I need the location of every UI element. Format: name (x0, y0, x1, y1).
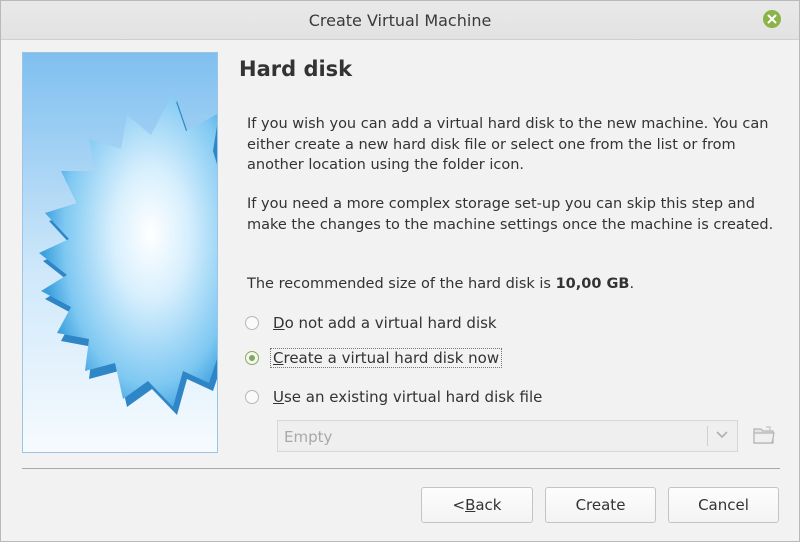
window-title: Create Virtual Machine (308, 11, 492, 30)
mnemonic-b: B (465, 496, 476, 514)
option-create-disk-label: Create a virtual hard disk now (270, 348, 503, 368)
page-title: Hard disk (239, 57, 353, 81)
option-existing-disk-label: Use an existing virtual hard disk file (273, 388, 542, 406)
radio-create-disk[interactable] (245, 351, 259, 365)
button-divider (22, 468, 780, 469)
intro-paragraph: If you wish you can add a virtual hard d… (247, 116, 769, 173)
back-button-text: ack (475, 496, 502, 514)
existing-disk-select[interactable]: Empty (277, 420, 738, 452)
option-no-disk[interactable]: Do not add a virtual hard disk (245, 311, 497, 335)
recommended-size-prefix: The recommended size of the hard disk is (247, 276, 556, 292)
recommended-size-value: 10,00 GB (555, 276, 630, 292)
option-no-disk-label: Do not add a virtual hard disk (273, 314, 497, 332)
select-separator (707, 426, 708, 446)
existing-disk-select-value: Empty (284, 428, 333, 446)
hard-disk-illustration (23, 53, 217, 452)
chevron-down-icon (716, 431, 728, 439)
option-existing-disk[interactable]: Use an existing virtual hard disk file (245, 385, 542, 409)
option-create-disk-text: reate a virtual hard disk now (283, 349, 500, 367)
back-button[interactable]: < Back (421, 487, 533, 523)
title-bar[interactable]: Create Virtual Machine (1, 1, 799, 40)
mnemonic-u: U (273, 388, 284, 406)
option-create-disk[interactable]: Create a virtual hard disk now (245, 346, 503, 370)
create-vm-dialog: Create Virtual Machine Hard disk If you … (0, 0, 800, 542)
recommended-size-text: The recommended size of the hard disk is… (247, 274, 787, 295)
close-button[interactable] (763, 10, 781, 28)
cancel-button[interactable]: Cancel (668, 487, 779, 523)
mnemonic-d: D (273, 314, 285, 332)
radio-existing-disk[interactable] (245, 390, 259, 404)
option-existing-disk-text: se an existing virtual hard disk file (283, 388, 543, 406)
folder-icon[interactable] (752, 424, 776, 446)
wizard-side-image (22, 52, 218, 453)
mnemonic-c: C (273, 349, 284, 367)
recommended-size-suffix: . (629, 276, 635, 292)
close-icon (767, 14, 777, 24)
back-button-prefix: < (452, 496, 466, 514)
option-no-disk-text: o not add a virtual hard disk (284, 314, 497, 332)
create-button[interactable]: Create (545, 487, 656, 523)
storage-info-paragraph: If you need a more complex storage set-u… (247, 196, 774, 233)
radio-no-disk[interactable] (245, 316, 259, 330)
